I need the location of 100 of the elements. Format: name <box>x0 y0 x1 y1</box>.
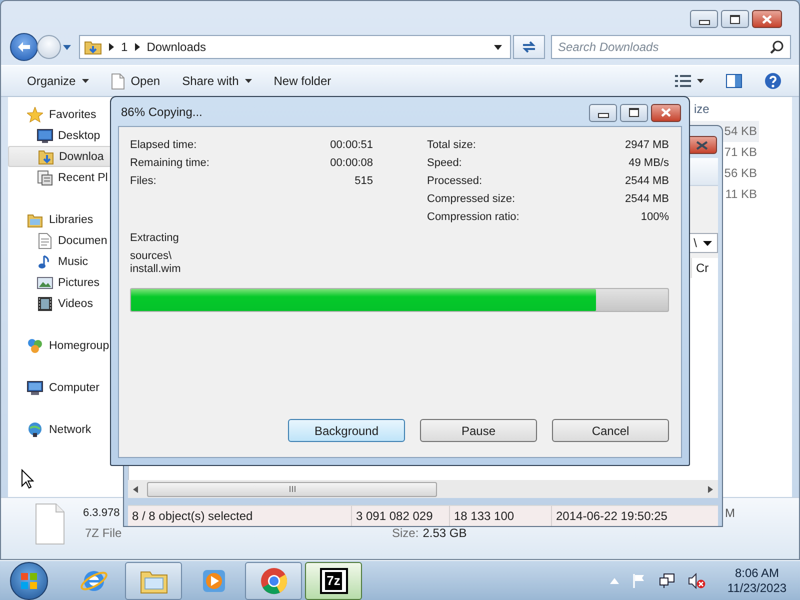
stat-value: 2947 MB <box>624 139 669 151</box>
ring-icon <box>258 566 288 596</box>
dialog-button[interactable]: Cancel <box>552 419 669 442</box>
maximize-button[interactable] <box>620 104 648 122</box>
muted-speaker-icon[interactable] <box>688 572 706 588</box>
stat-label: Speed: <box>427 157 462 169</box>
film-icon <box>37 296 53 312</box>
file-name: 6.3.978 <box>83 506 120 521</box>
caret-icon <box>244 79 252 83</box>
file-icon <box>35 503 65 545</box>
monitor-icon <box>37 128 53 144</box>
stat-value: 2544 MB <box>624 193 669 205</box>
app-logo: 7z <box>320 568 348 594</box>
folder-icon <box>38 148 54 164</box>
toolbar-button[interactable]: Share with <box>173 68 261 94</box>
address-bar[interactable]: 1 Downloads <box>79 35 511 59</box>
caret-icon <box>697 79 704 83</box>
nav-item[interactable]: Libraries <box>8 209 128 230</box>
stat-value: 49 MB/s <box>628 157 669 169</box>
stat-label: Processed: <box>427 175 482 187</box>
help-icon <box>764 72 782 90</box>
dialog-button[interactable]: Background <box>288 419 405 442</box>
chevron-icon <box>134 43 140 51</box>
status-text: 18 133 100 <box>450 506 552 526</box>
star-icon <box>27 106 43 122</box>
globe-icon <box>27 422 43 438</box>
toolbar-button[interactable]: New folder <box>264 68 340 94</box>
close-button[interactable] <box>752 10 782 28</box>
scroll-left-icon[interactable] <box>133 486 138 492</box>
scroll-right-icon[interactable] <box>708 486 713 492</box>
stat-value: 00:00:51 <box>330 139 373 151</box>
back-button[interactable] <box>10 33 38 61</box>
stat-value: 2544 MB <box>624 175 669 187</box>
status-text: 2014-06-22 19:50:25 <box>555 508 668 525</box>
clock[interactable]: 8:06 AM 11/23/2023 <box>722 566 792 596</box>
clock-time: 8:06 AM <box>734 566 780 580</box>
folder-icon <box>84 39 102 55</box>
scroll-thumb[interactable] <box>147 482 437 496</box>
chevron-icon <box>109 43 114 51</box>
caret-icon <box>82 79 89 83</box>
documents-icon <box>37 170 53 186</box>
search-field[interactable]: Search Downloads <box>551 35 791 59</box>
file-date: M <box>725 505 736 522</box>
monitor-icon <box>27 380 43 396</box>
picture-icon <box>37 274 53 290</box>
clock-date: 11/23/2023 <box>726 580 788 596</box>
status-text: Extracting <box>130 231 180 246</box>
close-icon <box>762 14 772 24</box>
status-text: 8 / 8 object(s) selected <box>128 506 352 526</box>
stat-label: Elapsed time: <box>130 139 197 151</box>
taskbar-button[interactable]: 7z <box>305 562 362 600</box>
circles-icon <box>27 338 43 354</box>
toolbar-button[interactable]: Open <box>102 68 170 94</box>
preview-pane-icon <box>726 74 742 88</box>
breadcrumb[interactable]: 1 <box>121 40 128 54</box>
toolbar-button[interactable]: Organize <box>18 68 98 94</box>
back-arrow-icon <box>17 41 31 53</box>
taskbar-button[interactable] <box>125 562 182 600</box>
status-text: 3 091 082 029 <box>352 506 450 526</box>
refresh-icon <box>521 40 537 54</box>
taskbar-button[interactable] <box>245 562 302 600</box>
file-name: install.wim <box>130 263 182 276</box>
dropdown-icon[interactable] <box>703 240 712 246</box>
column-header[interactable]: Cr <box>691 258 718 278</box>
dropdown-icon[interactable] <box>494 44 502 50</box>
stat-label: Compression ratio: <box>427 211 520 223</box>
start-button[interactable] <box>10 562 48 600</box>
size-value: 2.53 GB <box>422 525 467 542</box>
minimize-button[interactable] <box>589 104 617 122</box>
stat-label: Compressed size: <box>427 193 516 205</box>
stat-value: 515 <box>354 175 373 187</box>
refresh-button[interactable] <box>513 35 545 59</box>
window-title: 86% Copying... <box>121 104 202 118</box>
file-path: sources\ <box>130 250 173 263</box>
windows-logo-icon <box>21 572 37 588</box>
nav-item[interactable]: Pictures <box>8 272 128 293</box>
close-icon <box>696 140 708 150</box>
list-view-icon <box>675 74 691 88</box>
stat-value: 100% <box>640 211 669 223</box>
stat-label: Remaining time: <box>130 157 210 169</box>
stat-label: Total size: <box>427 139 476 151</box>
dialog-button[interactable]: Pause <box>420 419 537 442</box>
minimize-button[interactable] <box>690 10 718 28</box>
maximize-button[interactable] <box>721 10 749 28</box>
document-icon <box>110 72 125 90</box>
file-type: 7Z File <box>85 525 123 542</box>
scrollbar[interactable] <box>128 480 718 498</box>
stat-value: 00:00:08 <box>330 157 373 169</box>
network-icon[interactable] <box>659 572 675 588</box>
document-icon <box>37 232 53 248</box>
folder-icon <box>27 212 43 228</box>
close-button[interactable] <box>651 104 681 122</box>
breadcrumb[interactable]: Downloads <box>146 40 206 54</box>
size-label: Size: <box>392 525 419 542</box>
column-header[interactable]: ize <box>689 97 759 121</box>
stat-label: Files: <box>130 175 156 187</box>
cursor-icon <box>21 469 34 489</box>
close-icon <box>661 108 671 117</box>
search-icon <box>770 40 784 54</box>
close-button[interactable] <box>687 136 717 154</box>
